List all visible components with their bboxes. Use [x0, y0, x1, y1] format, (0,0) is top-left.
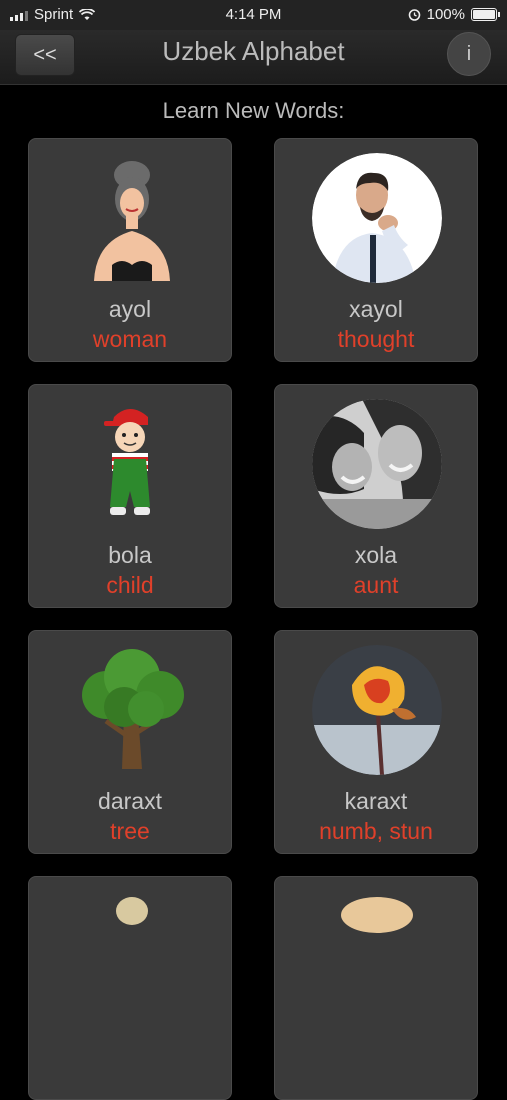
- frozen-rose-picture: [312, 645, 442, 775]
- boy-picture: [104, 409, 150, 515]
- alarm-icon: [408, 9, 420, 21]
- page-title: Uzbek Alphabet: [162, 36, 345, 66]
- card-translation: tree: [110, 818, 150, 844]
- info-button[interactable]: i: [447, 32, 491, 76]
- section-title: Learn New Words:: [162, 98, 345, 123]
- card-word: bola: [108, 542, 152, 568]
- nav-bar: << Uzbek Alphabet i: [0, 30, 507, 85]
- card-word: xola: [354, 542, 398, 568]
- card-translation: woman: [92, 326, 168, 352]
- partial-picture: [116, 897, 148, 925]
- card-translation: numb, stun: [319, 818, 433, 844]
- thinking-man-picture: [312, 153, 442, 283]
- woman-and-girl-picture: [312, 399, 442, 529]
- partial-picture: [341, 897, 413, 933]
- card-word: xayol: [349, 296, 403, 322]
- card-translation: thought: [337, 326, 415, 352]
- word-card[interactable]: xayol thought: [274, 138, 478, 362]
- word-card[interactable]: bola child: [28, 384, 232, 608]
- word-card[interactable]: ayol woman: [28, 138, 232, 362]
- word-card[interactable]: xola aunt: [274, 384, 478, 608]
- card-translation: aunt: [353, 572, 399, 598]
- woman-picture: [94, 161, 170, 281]
- battery-icon: [471, 8, 500, 21]
- word-card[interactable]: karaxt numb, stun: [274, 630, 478, 854]
- word-card[interactable]: [274, 876, 478, 1100]
- battery-percent: 100%: [426, 6, 465, 23]
- word-card[interactable]: daraxt tree: [28, 630, 232, 854]
- status-bar: Sprint 4:14 PM 100%: [0, 0, 507, 30]
- word-card[interactable]: [28, 876, 232, 1100]
- card-translation: child: [106, 572, 154, 598]
- card-word: karaxt: [344, 788, 408, 814]
- card-word: daraxt: [98, 788, 162, 814]
- tree-picture: [82, 649, 184, 769]
- card-word: ayol: [108, 296, 152, 322]
